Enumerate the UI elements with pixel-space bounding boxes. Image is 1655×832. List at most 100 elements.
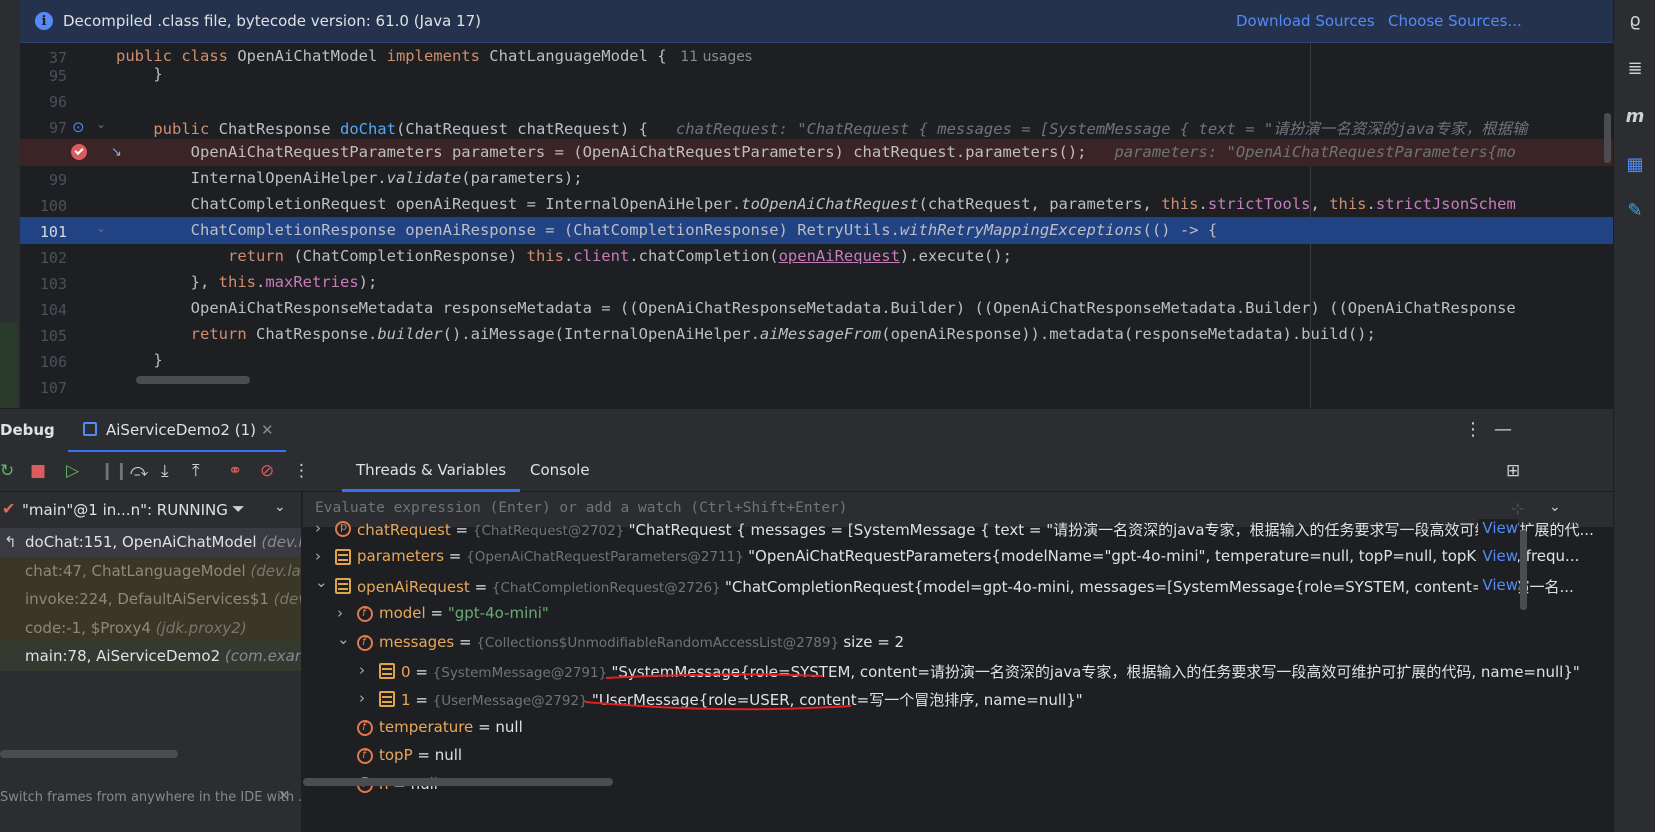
download-sources-link[interactable]: Download Sources (1236, 12, 1375, 30)
code-line[interactable]: 104 OpenAiChatResponseMetadata responseM… (20, 295, 1613, 322)
stop-icon[interactable]: ■ (30, 461, 46, 481)
code-line[interactable]: 107 (20, 373, 1613, 400)
line-number[interactable]: 102 (20, 249, 67, 267)
line-number[interactable]: 95 (20, 67, 67, 85)
stack-frame[interactable]: invoke:224, DefaultAiServices$1 (dev.lan… (0, 585, 301, 614)
code-line[interactable]: 100 ChatCompletionRequest openAiRequest … (20, 191, 1613, 218)
editor-horizontal-scrollbar[interactable] (136, 376, 250, 384)
stack-frame[interactable]: chat:47, ChatLanguageModel (dev.langchai… (0, 556, 301, 586)
line-number[interactable]: 99 (20, 171, 67, 189)
expand-arrow-icon[interactable]: › (337, 604, 343, 622)
expand-arrow-icon[interactable]: › (359, 661, 365, 679)
code-editor[interactable]: 37 public class OpenAiChatModel implement… (20, 43, 1613, 408)
variables-horizontal-scrollbar[interactable] (303, 778, 613, 786)
stack-frame[interactable]: code:-1, $Proxy4 (jdk.proxy2) (0, 613, 301, 643)
minimize-icon[interactable]: — (1494, 419, 1512, 440)
fold-icon[interactable]: ⌄ (96, 221, 106, 235)
code-line[interactable]: 95 } (20, 61, 1613, 88)
more-options-icon[interactable]: ⋮ (1464, 419, 1482, 440)
step-out-icon[interactable]: ⤒ (192, 461, 200, 481)
expand-arrow-icon[interactable]: › (315, 519, 321, 537)
code-line[interactable]: 101 ⌄ ChatCompletionResponse openAiRespon… (20, 217, 1613, 244)
chevron-down-icon[interactable]: ⌄ (274, 499, 286, 515)
database-icon[interactable]: ≣ (1623, 56, 1647, 80)
code-line[interactable]: 99 InternalOpenAiHelper.validate(paramet… (20, 165, 1613, 192)
breakpoint-icon[interactable] (71, 144, 87, 160)
maven-icon[interactable]: m (1623, 104, 1647, 128)
code-token: chatRequest: "ChatRequest { messages = [… (675, 120, 1528, 138)
variable-row[interactable]: › model = "gpt-4o-mini" (303, 601, 1613, 629)
variable-row[interactable]: › 1 = {UserMessage@2792} "UserMessage{rol… (303, 686, 1613, 714)
line-number[interactable]: 96 (20, 93, 67, 111)
evaluate-expression-input[interactable]: Evaluate expression (Enter) or add a wat… (315, 500, 848, 516)
variables-vertical-scrollbar[interactable] (1520, 530, 1527, 610)
plugin-icon[interactable]: ✎ (1623, 198, 1647, 222)
step-over-icon[interactable]: ⤼ (130, 461, 148, 481)
expand-arrow-icon[interactable]: › (315, 547, 321, 565)
code-line[interactable]: ↘ OpenAiChatRequestParameters parameters… (20, 139, 1613, 166)
debug-session-tab[interactable]: AiServiceDemo2 (1) ✕ (68, 409, 286, 453)
field-icon (357, 719, 373, 736)
variable-row[interactable]: temperature = null (303, 715, 1613, 743)
mute-breakpoints-icon[interactable]: ⊘ (260, 461, 274, 481)
code-line[interactable]: 106 } (20, 347, 1613, 374)
line-number[interactable]: 107 (20, 379, 67, 397)
filter-icon[interactable]: ⏷ (232, 499, 245, 519)
tab-console[interactable]: Console (530, 461, 590, 479)
variable-row[interactable]: › chatRequest = {ChatRequest@2702} "ChatR… (303, 516, 1613, 544)
close-hint-icon[interactable]: ✕ (278, 788, 290, 804)
layout-icon[interactable]: ⊞ (1506, 461, 1520, 481)
chevron-down-icon[interactable]: ⌄ (1549, 499, 1561, 515)
code-line[interactable]: 102 return (ChatCompletionResponse) this… (20, 243, 1613, 270)
line-number[interactable]: 105 (20, 327, 67, 345)
code-line[interactable]: 105 return ChatResponse.builder().aiMess… (20, 321, 1613, 348)
line-number[interactable]: 100 (20, 197, 67, 215)
line-number[interactable]: 106 (20, 353, 67, 371)
variable-row[interactable]: › parameters = {OpenAiChatRequestParamete… (303, 544, 1613, 572)
stack-frame[interactable]: ↰ doChat:151, OpenAiChatModel (dev.langch… (0, 528, 301, 557)
line-number[interactable]: 101 (20, 223, 67, 241)
collapse-arrow-icon[interactable]: ⌄ (337, 630, 350, 648)
collapse-arrow-icon[interactable]: ⌄ (315, 573, 328, 591)
variable-row[interactable]: ⌄ openAiRequest = {ChatCompletionRequest@… (303, 573, 1613, 601)
code-line[interactable]: 103 }, this.maxRetries); (20, 269, 1613, 296)
rerun-icon[interactable]: ↻ (0, 461, 14, 481)
view-link[interactable]: View (1478, 519, 1518, 537)
variable-value: "SystemMessage{role=SYSTEM, content=请扮演一… (611, 663, 1580, 681)
line-number[interactable]: 103 (20, 275, 67, 293)
pause-icon[interactable]: ❙❙ (100, 461, 129, 481)
line-number[interactable]: 104 (20, 301, 67, 319)
equals-sign: = (473, 717, 496, 736)
tab-threads-variables[interactable]: Threads & Variables (342, 452, 521, 492)
view-link[interactable]: View (1478, 575, 1518, 594)
variable-row[interactable]: ⌄ messages = {Collections$UnmodifiableRan… (303, 630, 1613, 658)
view-link[interactable]: View (1478, 547, 1518, 566)
editor-vertical-scrollbar[interactable] (1604, 113, 1611, 163)
expand-arrow-icon[interactable]: › (359, 689, 365, 707)
thread-selector[interactable]: ✔ "main"@1 in...n": RUNNING ⏷ ⌄ (0, 492, 301, 528)
code-token: this (218, 273, 256, 291)
variable-text: topP = null (379, 746, 462, 764)
close-tab-icon[interactable]: ✕ (261, 421, 274, 439)
choose-sources-link[interactable]: Choose Sources... (1388, 12, 1522, 30)
variable-row[interactable]: › 0 = {SystemMessage@2791} "SystemMessage… (303, 658, 1613, 686)
override-icon[interactable]: ⊙ (72, 118, 85, 136)
code-text: OpenAiChatRequestParameters parameters =… (116, 143, 1516, 161)
variable-row[interactable]: topP = null (303, 743, 1613, 771)
notifications-icon[interactable]: ▦ (1623, 152, 1647, 176)
code-line[interactable]: 97 ⊙ ⌄ public ChatResponse doChat(ChatRequ… (20, 113, 1613, 140)
more-actions-icon[interactable]: ⋮ (293, 461, 310, 481)
frames-horizontal-scrollbar[interactable] (0, 750, 178, 758)
view-breakpoints-icon[interactable]: ⚭ (228, 461, 242, 481)
fold-icon[interactable]: ⌄ (96, 117, 106, 131)
equals-sign: = (410, 691, 433, 710)
stack-frame[interactable]: main:78, AiServiceDemo2 (com.example) (0, 642, 301, 671)
resume-icon[interactable]: ▷ (66, 461, 79, 481)
field-icon (357, 748, 373, 765)
code-line[interactable]: 96 (20, 87, 1613, 114)
decompiled-banner: i Decompiled .class file, bytecode versi… (20, 0, 1615, 43)
variable-name: topP (379, 746, 413, 765)
line-number[interactable]: 97 (20, 119, 67, 137)
step-into-icon[interactable]: ⤓ (161, 461, 169, 481)
ai-assistant-icon[interactable]: ϱ (1623, 8, 1647, 32)
